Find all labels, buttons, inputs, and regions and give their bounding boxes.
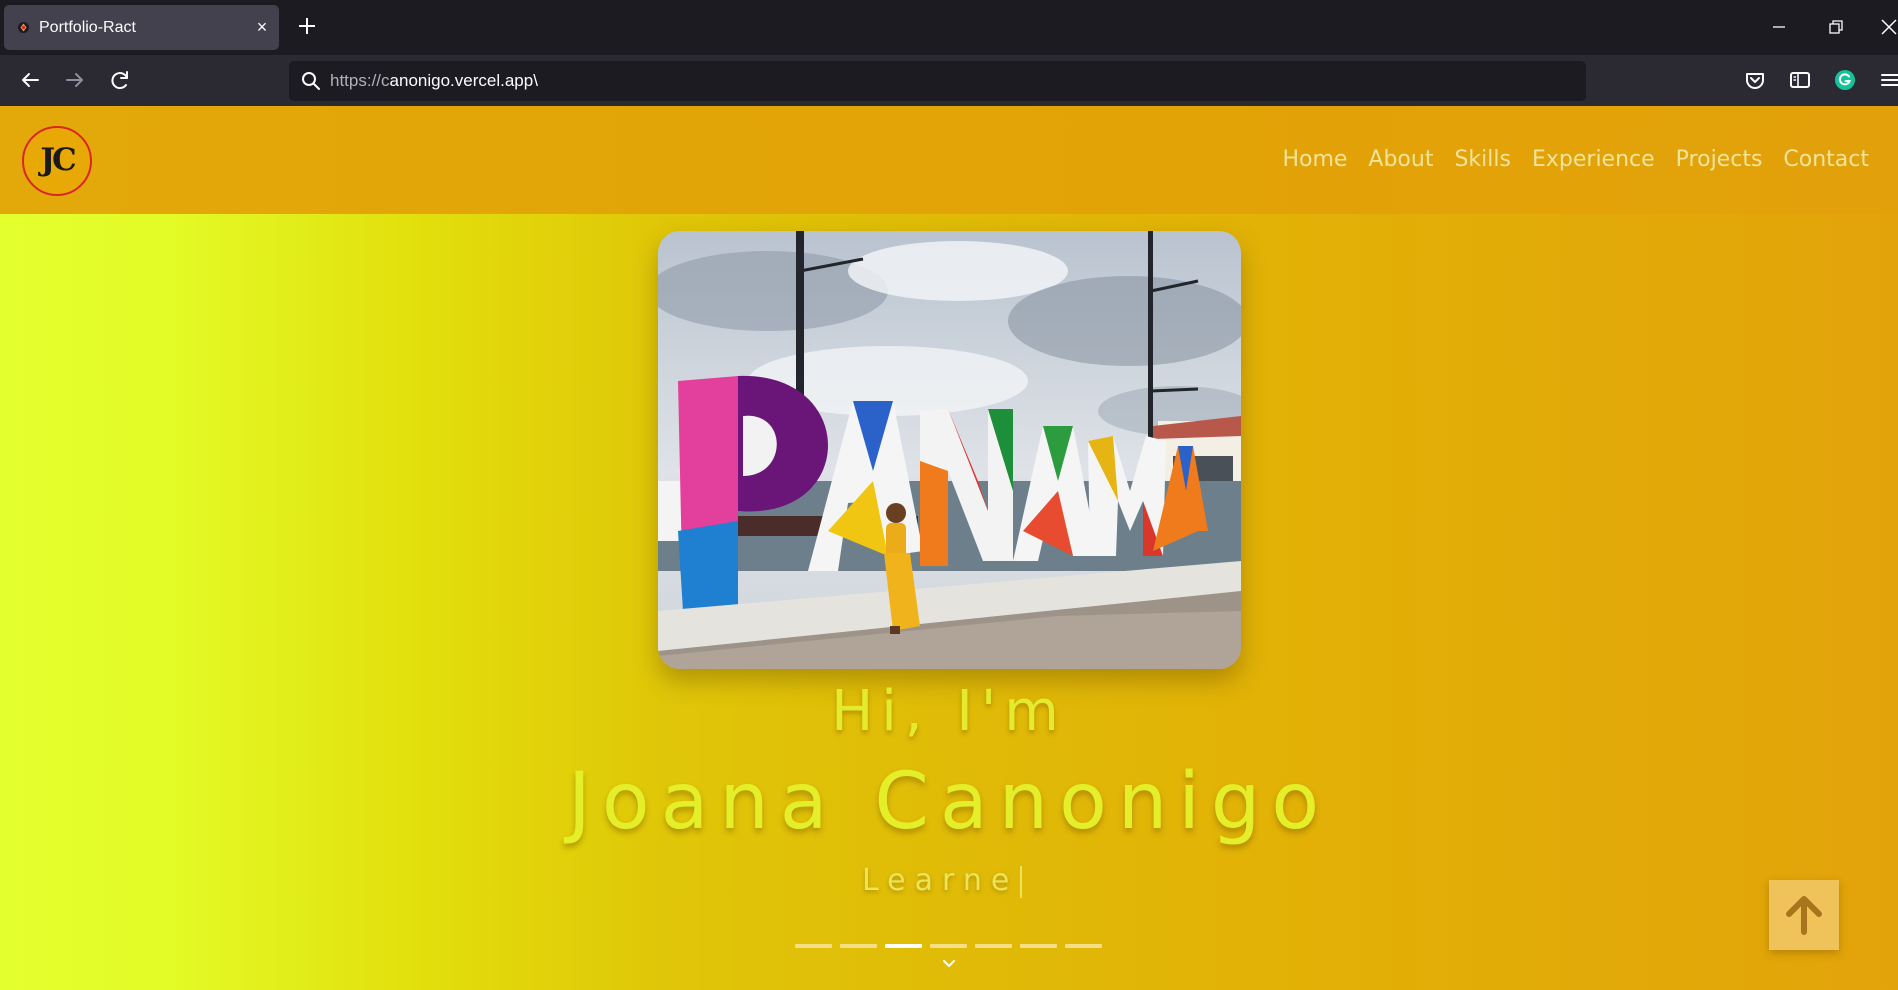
restore-icon[interactable] (1821, 12, 1851, 42)
carousel-dot-active[interactable] (885, 944, 922, 948)
carousel-dot[interactable] (930, 944, 967, 948)
carousel-dot[interactable] (1065, 944, 1102, 948)
nav-contact[interactable]: Contact (1783, 147, 1869, 172)
arrow-up-icon (1786, 896, 1822, 935)
carousel-dot[interactable] (795, 944, 832, 948)
navigation-toolbar: https://canonigo.vercel.app\ (0, 55, 1898, 106)
new-tab-icon[interactable] (292, 11, 322, 41)
typed-role-text: Learne (862, 863, 1019, 898)
typing-caret (1020, 865, 1023, 898)
hamburger-menu-icon[interactable] (1876, 66, 1898, 94)
tab-title: Portfolio-Ract (39, 19, 136, 36)
address-bar[interactable]: https://canonigo.vercel.app\ (289, 61, 1586, 101)
browser-tab[interactable]: Portfolio-Ract × (4, 5, 279, 50)
nav-about[interactable]: About (1368, 147, 1433, 172)
carousel-indicators (795, 944, 1102, 948)
page-viewport: JC Home About Skills Experience Projects… (0, 106, 1898, 990)
site-logo[interactable]: JC (22, 126, 92, 196)
sidebar-icon[interactable] (1786, 66, 1814, 94)
reload-icon[interactable] (105, 65, 135, 95)
url-text: https://canonigo.vercel.app\ (330, 71, 538, 90)
chevron-down-icon[interactable] (940, 957, 958, 971)
typed-role: Learne (862, 863, 1023, 898)
hero-greeting: Hi, I'm (831, 679, 1067, 744)
back-to-top-button[interactable] (1769, 880, 1839, 950)
search-icon (302, 72, 320, 90)
nav-skills[interactable]: Skills (1454, 147, 1511, 172)
nav-experience[interactable]: Experience (1532, 147, 1655, 172)
minimize-icon[interactable] (1764, 12, 1794, 42)
pocket-icon[interactable] (1741, 66, 1769, 94)
close-window-icon[interactable] (1874, 12, 1898, 42)
hero-name: Joana Canonigo (567, 757, 1331, 847)
close-tab-icon[interactable]: × (250, 15, 274, 39)
nav-projects[interactable]: Projects (1676, 147, 1763, 172)
nav-home[interactable]: Home (1282, 147, 1347, 172)
carousel-dot[interactable] (1020, 944, 1057, 948)
forward-arrow-icon[interactable] (60, 65, 90, 95)
carousel-dot[interactable] (975, 944, 1012, 948)
back-arrow-icon[interactable] (15, 65, 45, 95)
main-nav: Home About Skills Experience Projects Co… (1261, 147, 1869, 172)
hero-photo (658, 231, 1241, 669)
tab-strip: Portfolio-Ract × (0, 0, 1898, 55)
grammarly-icon[interactable] (1831, 66, 1859, 94)
logo-text: JC (40, 142, 76, 178)
favicon-icon (18, 22, 29, 33)
carousel-dot[interactable] (840, 944, 877, 948)
site-header: JC Home About Skills Experience Projects… (0, 106, 1898, 214)
